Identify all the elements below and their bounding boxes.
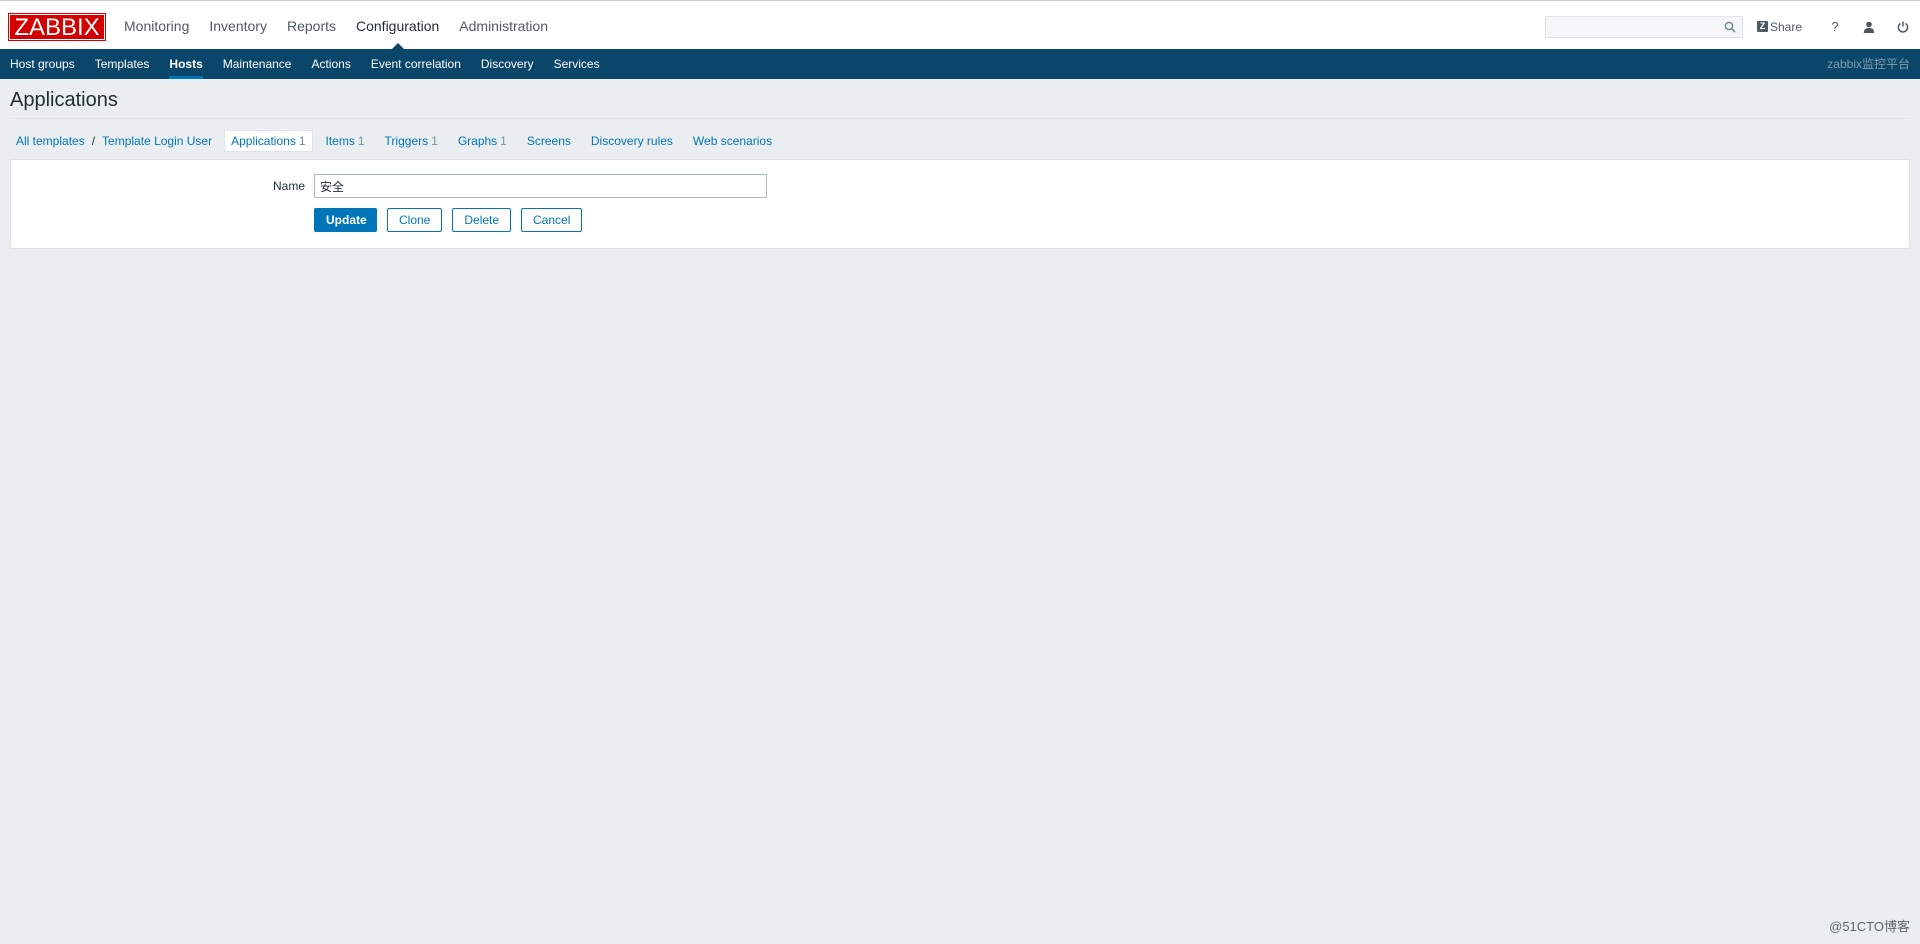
share-button[interactable]: Z Share — [1756, 19, 1802, 34]
tab-label: Graphs — [457, 134, 498, 148]
subnav-discovery[interactable]: Discovery — [471, 49, 544, 79]
question-icon: ? — [1831, 19, 1839, 34]
subnav-event-correlation[interactable]: Event correlation — [361, 49, 471, 79]
menu-monitoring[interactable]: Monitoring — [114, 4, 199, 49]
tab-label: Triggers — [384, 134, 429, 148]
tab-label: Items — [325, 134, 355, 148]
watermark: @51CTO博客 — [1829, 919, 1910, 934]
tab-graphs[interactable]: Graphs 1 — [451, 130, 514, 152]
search-icon[interactable] — [1724, 21, 1736, 33]
subnav-actions[interactable]: Actions — [301, 49, 360, 79]
tab-count: 1 — [298, 134, 306, 148]
name-row: Name — [11, 174, 767, 198]
configuration-subnav: Host groups Templates Hosts Maintenance … — [0, 49, 1920, 79]
zabbix-share-icon: Z — [1756, 21, 1768, 32]
tab-screens[interactable]: Screens — [520, 130, 578, 152]
header-tools: Z Share ? — [1544, 4, 1920, 49]
tab-label: Discovery rules — [590, 134, 673, 148]
main-menu: Monitoring Inventory Reports Configurati… — [114, 4, 558, 49]
subnav-maintenance[interactable]: Maintenance — [213, 49, 302, 79]
update-button[interactable]: Update — [314, 208, 377, 232]
tab-count: 1 — [500, 134, 507, 148]
share-label: Share — [1769, 19, 1802, 34]
tab-web-scenarios[interactable]: Web scenarios — [686, 130, 779, 152]
menu-inventory[interactable]: Inventory — [199, 4, 277, 49]
sign-out-button[interactable] — [1886, 4, 1920, 49]
global-search — [1544, 15, 1743, 38]
tab-discovery-rules[interactable]: Discovery rules — [584, 130, 680, 152]
subnav-services[interactable]: Services — [544, 49, 610, 79]
tab-label: Applications — [231, 134, 296, 148]
power-icon — [1897, 21, 1909, 33]
breadcrumb-all-templates[interactable]: All templates — [10, 131, 91, 151]
tab-items[interactable]: Items 1 — [319, 130, 372, 152]
main-header: ZABBIX Monitoring Inventory Reports Conf… — [0, 4, 1920, 49]
tab-count: 1 — [357, 134, 365, 148]
delete-button[interactable]: Delete — [452, 208, 512, 232]
tab-label: Web scenarios — [692, 134, 773, 148]
subnav-templates[interactable]: Templates — [85, 49, 160, 79]
subnav-hosts[interactable]: Hosts — [159, 49, 212, 79]
menu-configuration[interactable]: Configuration — [346, 4, 449, 49]
search-input[interactable] — [1545, 16, 1728, 37]
breadcrumb-template[interactable]: Template Login User — [96, 131, 218, 151]
title-divider — [10, 118, 1910, 119]
tab-triggers[interactable]: Triggers 1 — [378, 130, 445, 152]
server-name: zabbix监控平台 — [1827, 57, 1910, 71]
help-button[interactable]: ? — [1818, 4, 1852, 49]
subnav-host-groups[interactable]: Host groups — [0, 49, 85, 79]
cancel-button[interactable]: Cancel — [521, 208, 583, 232]
clone-button[interactable]: Clone — [387, 208, 443, 232]
tab-label: Screens — [526, 134, 571, 148]
tab-count: 1 — [431, 134, 438, 148]
name-label: Name — [272, 179, 305, 193]
form-actions: Update Clone Delete Cancel — [314, 208, 592, 232]
menu-reports[interactable]: Reports — [277, 4, 346, 49]
user-icon — [1863, 21, 1875, 33]
user-profile-button[interactable] — [1852, 4, 1886, 49]
application-form: Name Update Clone Delete Cancel — [10, 159, 1910, 249]
tab-applications[interactable]: Applications 1 — [224, 130, 313, 152]
menu-administration[interactable]: Administration — [449, 4, 558, 49]
page-title: Applications — [10, 89, 118, 111]
name-input[interactable] — [314, 174, 767, 198]
breadcrumb: All templates / Template Login User Appl… — [0, 125, 1920, 157]
zabbix-logo[interactable]: ZABBIX — [8, 13, 106, 41]
